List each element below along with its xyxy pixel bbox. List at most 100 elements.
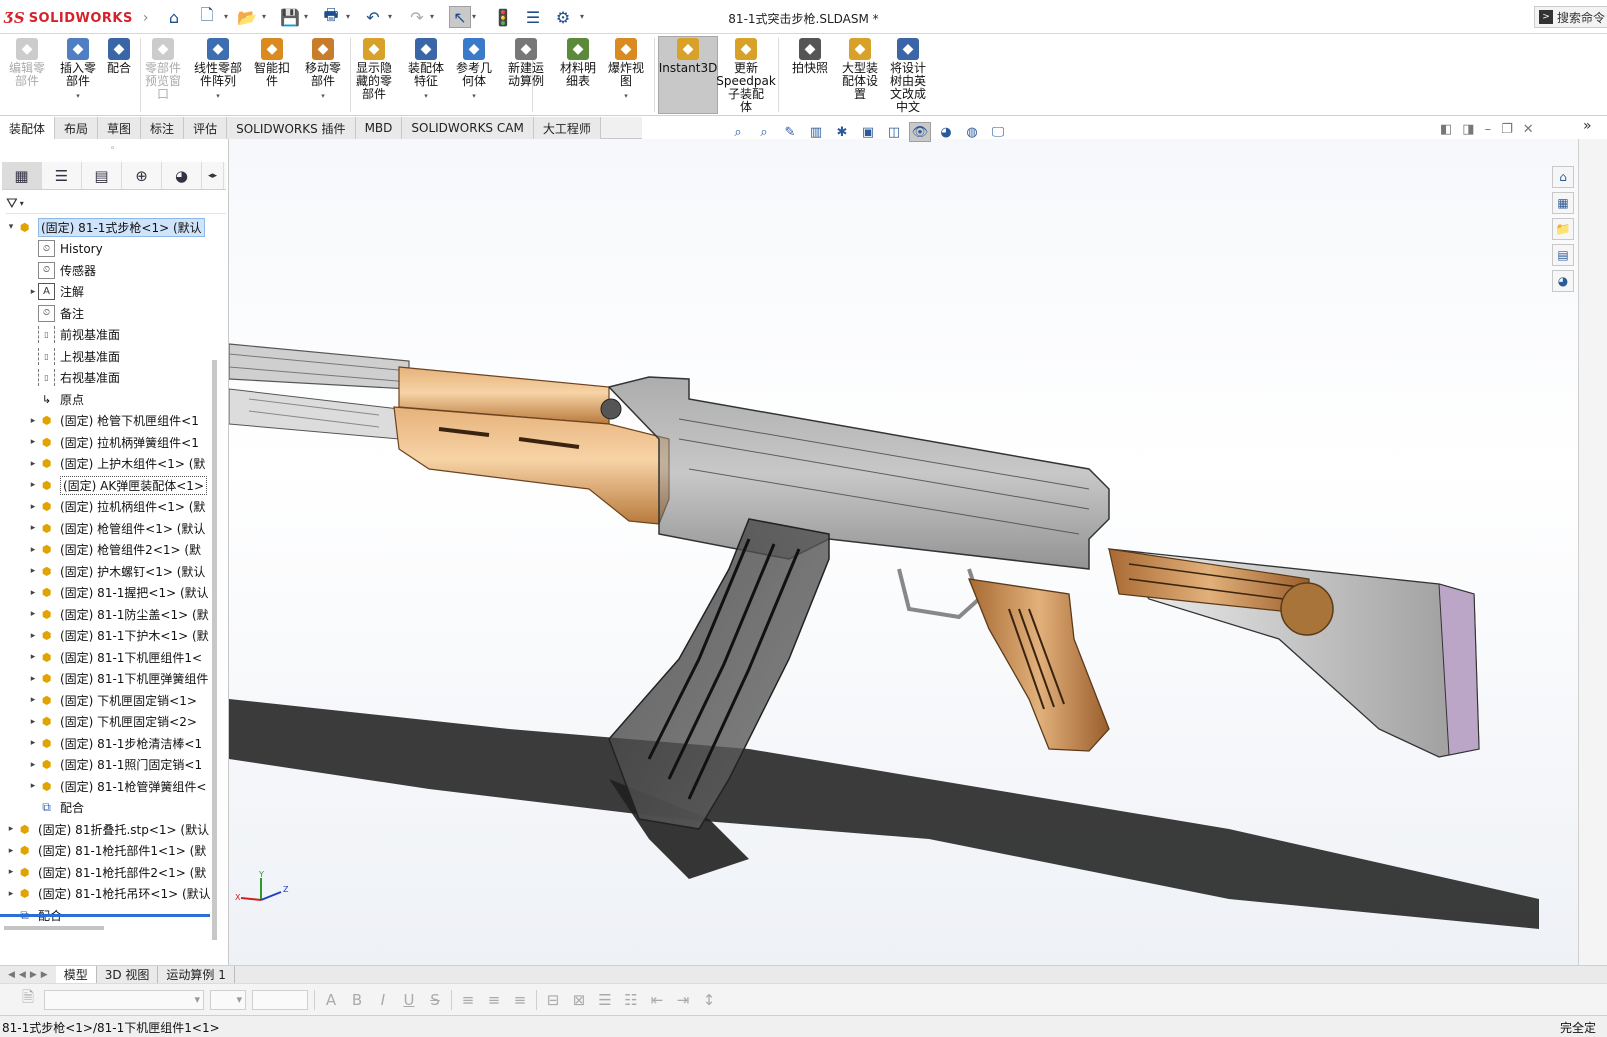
hide-show-items-icon[interactable]: 👁 (909, 122, 931, 142)
ribbon-button-12[interactable]: ◆ 爆炸视图 ▾ (604, 38, 648, 103)
chevron-down-icon[interactable]: ▾ (430, 12, 434, 21)
ribbon-button-0[interactable]: ◆ 编辑零 部件 (6, 38, 48, 88)
traffic-light-icon[interactable]: 🚦 (492, 6, 514, 28)
chevron-down-icon[interactable]: ▾ (262, 12, 266, 21)
appearances-icon[interactable]: ◕ (1552, 270, 1574, 292)
display-style-icon[interactable]: ◫ (883, 122, 905, 142)
restore-icon[interactable]: ❐ (1501, 122, 1513, 137)
scroll-tabs-icon[interactable]: ◂▸ (202, 162, 224, 189)
search-commands-box[interactable]: > 搜索命令 (1534, 6, 1607, 28)
open-folder-icon[interactable]: 📂 (236, 6, 258, 28)
tree-filter[interactable]: ⛛ ▾ (6, 194, 226, 214)
zoom-to-fit-icon[interactable]: ⌕ (727, 122, 749, 142)
tree-row[interactable]: ▸ ⬢ (固定) 护木螺钉<1> (默认 (0, 560, 214, 582)
section-view-icon[interactable]: ▥ (805, 122, 827, 142)
expand-toggle-icon[interactable]: ▸ (6, 867, 16, 877)
tree-row[interactable]: ▸ ⬢ (固定) 81折叠托.stp<1> (默认 (0, 818, 214, 840)
tab-5[interactable]: SOLIDWORKS 插件 (227, 117, 356, 139)
3d-views-icon[interactable]: ▦ (1552, 192, 1574, 214)
chevron-down-icon[interactable]: ▾ (346, 12, 350, 21)
filter-icon[interactable]: ⛛ (6, 196, 18, 212)
expand-toggle-icon[interactable]: ▸ (28, 738, 38, 748)
home-view-icon[interactable]: ⌂ (1552, 166, 1574, 188)
home-icon[interactable]: ⌂ (163, 6, 185, 28)
tree-row[interactable]: ▸ ⬢ (固定) 81-1枪托吊环<1> (默认 (0, 883, 214, 905)
tab-nav-arrows[interactable]: ◀ ◀ ▶ ▶ (0, 970, 56, 980)
tree-horizontal-scrollbar[interactable] (4, 926, 104, 930)
expand-toggle-icon[interactable]: ▸ (28, 695, 38, 705)
chevron-down-icon[interactable]: ▾ (224, 12, 228, 21)
bottom-tab-2[interactable]: 运动算例 1 (158, 966, 235, 983)
tree-row[interactable]: ▯ 右视基准面 (0, 367, 214, 389)
save-icon[interactable]: 💾 (279, 6, 301, 28)
chevron-down-icon[interactable]: ▾ (472, 12, 476, 21)
expand-toggle-icon[interactable]: ▸ (28, 566, 38, 576)
tab-7[interactable]: SOLIDWORKS CAM (402, 117, 534, 139)
tree-row[interactable]: ⏲ History (0, 238, 214, 260)
tree-row[interactable]: ▸ ⬢ (固定) 下机匣固定销<2> (0, 711, 214, 733)
graphics-area[interactable] (228, 139, 1578, 965)
expand-toggle-icon[interactable]: ▸ (28, 459, 38, 469)
tree-row[interactable]: ▸ ⬢ (固定) 枪管下机匣组件<1 (0, 410, 214, 432)
tree-row[interactable]: ▸ ⬢ (固定) 81-1防尘盖<1> (默 (0, 603, 214, 625)
file-properties-icon[interactable]: ☰ (522, 6, 544, 28)
solidworks-logo[interactable]: ƷS SOLIDWORKS › (4, 8, 148, 28)
expand-toggle-icon[interactable]: ▸ (28, 416, 38, 426)
ribbon-button-10[interactable]: ◆ 新建运 动算例 (504, 38, 548, 88)
tree-row[interactable]: ▸ ⬢ (固定) 枪管组件2<1> (默 (0, 539, 214, 561)
view-orientation-icon[interactable]: ▣ (857, 122, 879, 142)
tree-row[interactable]: ▸ ⬢ (固定) 81-1步枪清洁棒<1 (0, 732, 214, 754)
ribbon-button-8[interactable]: ◆ 装配体 特征 ▾ (404, 38, 448, 103)
expand-toggle-icon[interactable]: ▸ (28, 674, 38, 684)
close-icon[interactable]: ✕ (1523, 122, 1534, 137)
zoom-to-area-icon[interactable]: ⌕ (753, 122, 775, 142)
ribbon-button-1[interactable]: ◆ 插入零 部件 ▾ (56, 38, 100, 103)
expand-toggle-icon[interactable]: ▸ (28, 609, 38, 619)
expand-toggle-icon[interactable]: ▸ (28, 545, 38, 555)
property-manager-icon[interactable]: ☰ (42, 162, 82, 189)
expand-toggle-icon[interactable]: ▸ (28, 781, 38, 791)
print-icon[interactable]: 🖶 (320, 5, 342, 28)
rifle-model[interactable] (228, 139, 1578, 965)
tree-row[interactable]: ▾ ⬢ (固定) 81-1式步枪<1> (默认 (0, 216, 214, 238)
expand-toggle-icon[interactable]: ▸ (28, 631, 38, 641)
chevron-down-icon[interactable]: ▾ (321, 90, 325, 103)
tree-row[interactable]: ▯ 前视基准面 (0, 324, 214, 346)
dimxpert-icon[interactable]: ⊕ (122, 162, 162, 189)
tree-scrollbar[interactable] (212, 360, 217, 940)
expand-toggle-icon[interactable]: ▸ (28, 502, 38, 512)
previous-view-icon[interactable]: ✎ (779, 122, 801, 142)
tree-row[interactable]: ⏲ 传感器 (0, 259, 214, 281)
ribbon-button-13[interactable]: ◆ Instant3D (659, 38, 717, 75)
ribbon-button-11[interactable]: ◆ 材料明 细表 (556, 38, 600, 88)
panel-grip-icon[interactable]: ◦ (110, 144, 115, 154)
tree-row[interactable]: ▸ ⬢ (固定) 上护木组件<1> (默 (0, 453, 214, 475)
minimize-icon[interactable]: – (1485, 122, 1492, 137)
display-manager-icon[interactable]: ◕ (162, 162, 202, 189)
tree-row[interactable]: ⏲ 备注 (0, 302, 214, 324)
expand-toggle-icon[interactable]: ▸ (6, 824, 16, 834)
tile-right-icon[interactable]: ◨ (1462, 122, 1474, 137)
tree-row[interactable]: ▸ ⬢ (固定) 81-1下护木<1> (默 (0, 625, 214, 647)
dynamic-annotation-icon[interactable]: ✱ (831, 122, 853, 142)
tree-row[interactable]: ▸ ⬢ (固定) 81-1枪托部件1<1> (默 (0, 840, 214, 862)
ribbon-button-14[interactable]: ◆ 更新 Speedpak 子装配体 (716, 38, 776, 114)
tree-row[interactable]: ▸ ⬢ (固定) 81-1枪托部件2<1> (默 (0, 861, 214, 883)
tree-row[interactable]: ▸ ⬢ (固定) 81-1枪管弹簧组件< (0, 775, 214, 797)
expand-toggle-icon[interactable]: ▸ (28, 717, 38, 727)
expand-toggle-icon[interactable]: ▸ (28, 588, 38, 598)
expand-toggle-icon[interactable]: ▸ (6, 889, 16, 899)
ribbon-button-3[interactable]: ◆ 零部件 预览窗口 (142, 38, 184, 101)
ribbon-button-5[interactable]: ◆ 智能扣件 (252, 38, 292, 88)
undo-icon[interactable]: ↶ (362, 6, 384, 28)
feature-manager-icon[interactable]: ▦ (2, 162, 42, 189)
tree-row[interactable]: ▸ ⬢ (固定) 81-1握把<1> (默认 (0, 582, 214, 604)
tree-row[interactable]: ▸ ⬢ (固定) 81-1下机匣组件1< (0, 646, 214, 668)
tree-row[interactable]: ▸ A 注解 (0, 281, 214, 303)
expand-toggle-icon[interactable]: ▸ (28, 437, 38, 447)
tree-rollback-bar[interactable] (0, 914, 210, 917)
chevron-down-icon[interactable]: ▾ (304, 12, 308, 21)
apply-scene-icon[interactable]: ◍ (961, 122, 983, 142)
tab-6[interactable]: MBD (355, 117, 403, 139)
chevron-down-icon[interactable]: ▾ (424, 90, 428, 103)
